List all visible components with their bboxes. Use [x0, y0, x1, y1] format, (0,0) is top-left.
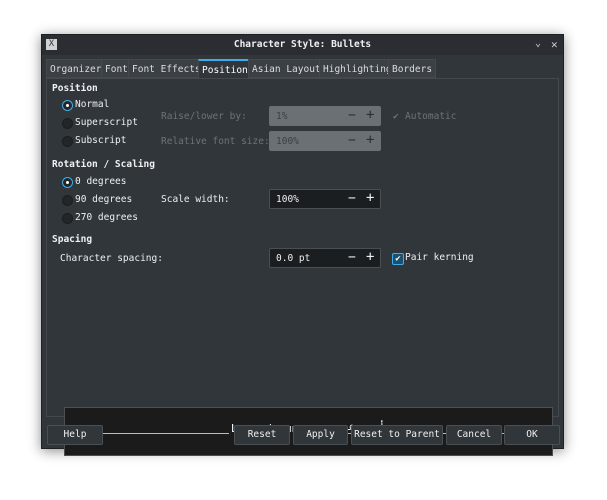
position-heading: Position — [52, 83, 98, 94]
title-bar: X Character Style: Bullets ⌄ ✕ — [42, 35, 563, 55]
tab-borders[interactable]: Borders — [388, 59, 437, 78]
decrement-icon[interactable]: − — [348, 191, 356, 206]
raise-lower-spinbox: 1% − + — [269, 106, 381, 126]
90-degrees-label[interactable]: 90 degrees — [75, 194, 132, 205]
radio-270-degrees[interactable] — [62, 213, 73, 224]
tab-organizer[interactable]: Organizer — [46, 59, 106, 78]
increment-icon[interactable]: + — [366, 190, 374, 206]
raise-lower-label: Raise/lower by: — [161, 111, 247, 122]
decrement-icon: − — [348, 133, 356, 148]
decrement-icon: − — [348, 108, 356, 123]
character-spacing-label: Character spacing: — [60, 253, 163, 264]
270-degrees-label[interactable]: 270 degrees — [75, 212, 138, 223]
relative-font-size-spinbox: 100% − + — [269, 131, 381, 151]
normal-label[interactable]: Normal — [75, 99, 109, 110]
raise-lower-value: 1% — [276, 111, 288, 122]
decrement-icon[interactable]: − — [348, 250, 356, 265]
character-spacing-value[interactable]: 0.0 pt — [276, 253, 310, 264]
tab-font-effects[interactable]: Font Effects — [128, 59, 205, 78]
automatic-check-icon: ✔ — [393, 111, 399, 122]
tab-asian-layout[interactable]: Asian Layout — [248, 59, 325, 78]
pair-kerning-checkbox[interactable]: ✔ — [392, 253, 404, 265]
character-spacing-spinbox[interactable]: 0.0 pt − + — [269, 248, 381, 268]
window-title: Character Style: Bullets — [233, 39, 372, 50]
scale-width-spinbox[interactable]: 100% − + — [269, 189, 381, 209]
tab-position[interactable]: Position — [198, 59, 252, 79]
increment-icon: + — [366, 132, 375, 148]
increment-icon: + — [366, 107, 375, 123]
apply-button[interactable]: Apply — [293, 425, 348, 445]
ok-button[interactable]: OK — [504, 425, 560, 445]
minimize-chevron-icon[interactable]: ⌄ — [535, 38, 541, 49]
reset-to-parent-button[interactable]: Reset to Parent — [351, 425, 443, 445]
cancel-button[interactable]: Cancel — [446, 425, 502, 445]
radio-subscript[interactable] — [62, 136, 73, 147]
reset-button[interactable]: Reset — [234, 425, 290, 445]
automatic-label: Automatic — [405, 111, 457, 122]
superscript-label[interactable]: Superscript — [75, 117, 138, 128]
tab-panel: Position Normal Superscript Subscript Ra… — [46, 78, 559, 456]
scale-width-label: Scale width: — [161, 194, 230, 205]
character-style-dialog: X Character Style: Bullets ⌄ ✕ Organizer… — [41, 34, 564, 456]
tab-highlighting[interactable]: Highlighting — [319, 59, 396, 78]
rotation-heading: Rotation / Scaling — [52, 159, 155, 170]
0-degrees-label[interactable]: 0 degrees — [75, 176, 126, 187]
pair-kerning-label[interactable]: Pair kerning — [405, 252, 474, 263]
scale-width-value[interactable]: 100% — [276, 194, 299, 205]
close-icon[interactable]: ✕ — [551, 38, 558, 51]
subscript-label[interactable]: Subscript — [75, 135, 126, 146]
increment-icon[interactable]: + — [366, 249, 374, 265]
radio-0-degrees[interactable] — [62, 177, 73, 188]
radio-superscript[interactable] — [62, 118, 73, 129]
radio-90-degrees[interactable] — [62, 195, 73, 206]
relative-font-size-label: Relative font size: — [161, 136, 270, 147]
relative-font-size-value: 100% — [276, 136, 299, 147]
help-button[interactable]: Help — [47, 425, 103, 445]
radio-normal[interactable] — [62, 100, 73, 111]
spacing-heading: Spacing — [52, 234, 93, 245]
